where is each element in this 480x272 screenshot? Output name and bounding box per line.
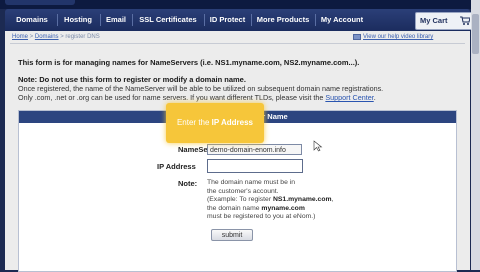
scrollbar-thumb[interactable] (472, 14, 479, 54)
form-note-label: Note: (178, 179, 198, 188)
logo[interactable] (5, 0, 75, 5)
page-scrollbar[interactable] (471, 0, 480, 270)
submit-button[interactable]: submit (211, 229, 253, 241)
nav-item-my-account[interactable]: My Account (317, 9, 367, 31)
breadcrumb-domains[interactable]: Domains (35, 34, 59, 40)
content-panel: Home > Domains > register DNS View our h… (5, 31, 470, 272)
nav-item-hosting[interactable]: Hosting (59, 9, 97, 31)
help-line: (Example: To register NS1.myname.com, (207, 196, 333, 205)
nav-item-ssl-certificates[interactable]: SSL Certificates (134, 9, 202, 31)
breadcrumb-separator: > (28, 34, 35, 40)
nav-divider (251, 14, 252, 26)
ip-address-label: IP Address (157, 162, 196, 171)
nav-item-id-protect[interactable]: ID Protect (206, 9, 249, 31)
my-cart-button[interactable]: My Cart (415, 12, 473, 30)
intro-text: This form is for managing names for Name… (18, 58, 360, 67)
breadcrumb: Home > Domains > register DNS (12, 34, 100, 40)
support-center-link[interactable]: Support Center (325, 93, 373, 102)
instruction-tooltip: Enter the IP Address (166, 103, 264, 143)
cart-label: My Cart (420, 16, 448, 25)
note-title: Note: Do not use this form to register o… (18, 75, 246, 84)
help-line: the customer's account. (207, 187, 279, 195)
note-line-2-text: Only .com, .net or .org can be used for … (18, 93, 324, 102)
nav-item-more-products[interactable]: More Products (253, 9, 313, 31)
help-example-ns: NS1.myname.com (272, 196, 332, 203)
ip-address-input[interactable] (207, 159, 303, 173)
breadcrumb-divider (10, 43, 465, 44)
help-line: The domain name must be in (207, 179, 296, 186)
help-text: , (331, 196, 334, 203)
form-help-text: The domain name must be in the customer'… (207, 179, 333, 222)
help-text: the domain name (207, 204, 262, 212)
nav-divider (315, 14, 316, 26)
breadcrumb-home[interactable]: Home (12, 34, 28, 40)
help-text: (Example: To register (207, 196, 273, 203)
nav-divider (204, 14, 205, 26)
site-header (0, 0, 480, 9)
main-nav: Domains Hosting Email SSL Certificates I… (5, 9, 473, 31)
breadcrumb-current: register DNS (65, 34, 100, 40)
tooltip-text: Enter the (176, 118, 212, 127)
tooltip-bold-text: IP Address (211, 118, 254, 127)
cart-icon (460, 16, 470, 25)
help-line: must be registered to you at eNom.) (207, 213, 316, 220)
help-example-domain: myname.com (261, 204, 305, 212)
nav-divider (100, 14, 101, 26)
nav-divider (57, 14, 58, 26)
mouse-cursor-icon (313, 140, 323, 152)
video-library-icon[interactable] (353, 34, 361, 40)
note-end: . (373, 93, 376, 102)
nav-divider (132, 14, 133, 26)
nameserver-field[interactable]: demo-domain-enom.info (207, 144, 302, 155)
video-library-link[interactable]: View our help video library (363, 34, 433, 40)
nav-item-email[interactable]: Email (102, 9, 130, 31)
note-line-1: Once registered, the name of the NameSer… (18, 84, 384, 93)
nav-item-domains[interactable]: Domains (10, 9, 54, 31)
help-line: the domain name myname.com (207, 205, 333, 214)
note-body: Once registered, the name of the NameSer… (18, 84, 383, 102)
note-line-2: Only .com, .net or .org can be used for … (18, 93, 383, 102)
